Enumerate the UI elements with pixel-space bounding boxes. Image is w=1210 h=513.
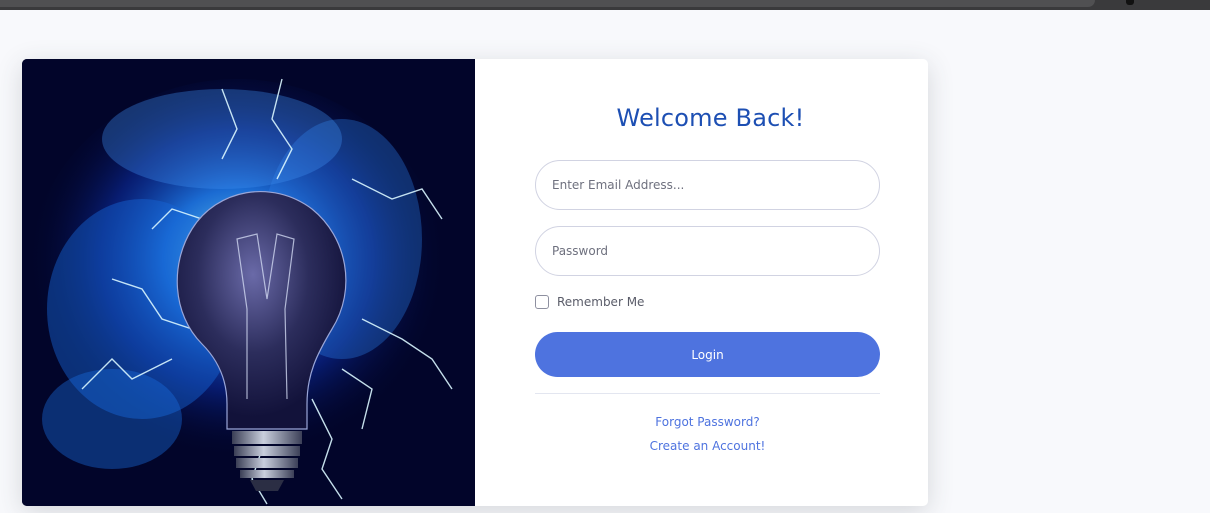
login-form: Welcome Back! Remember Me Login Forgot P… — [475, 59, 928, 506]
divider — [535, 393, 880, 394]
email-field[interactable] — [535, 160, 880, 210]
browser-tab-strip — [0, 0, 1095, 7]
login-button[interactable]: Login — [535, 332, 880, 377]
browser-control-icon — [1126, 0, 1134, 5]
hero-image — [22, 59, 475, 506]
lightbulb-illustration-icon — [22, 59, 475, 506]
remember-me-row[interactable]: Remember Me — [535, 295, 644, 309]
remember-me-label[interactable]: Remember Me — [557, 295, 644, 309]
page-title: Welcome Back! — [616, 104, 805, 132]
login-card: Welcome Back! Remember Me Login Forgot P… — [22, 59, 928, 506]
browser-chrome — [0, 0, 1210, 10]
forgot-password-link[interactable]: Forgot Password? — [535, 415, 880, 429]
remember-me-checkbox[interactable] — [535, 295, 549, 309]
password-field[interactable] — [535, 226, 880, 276]
create-account-link[interactable]: Create an Account! — [535, 439, 880, 453]
